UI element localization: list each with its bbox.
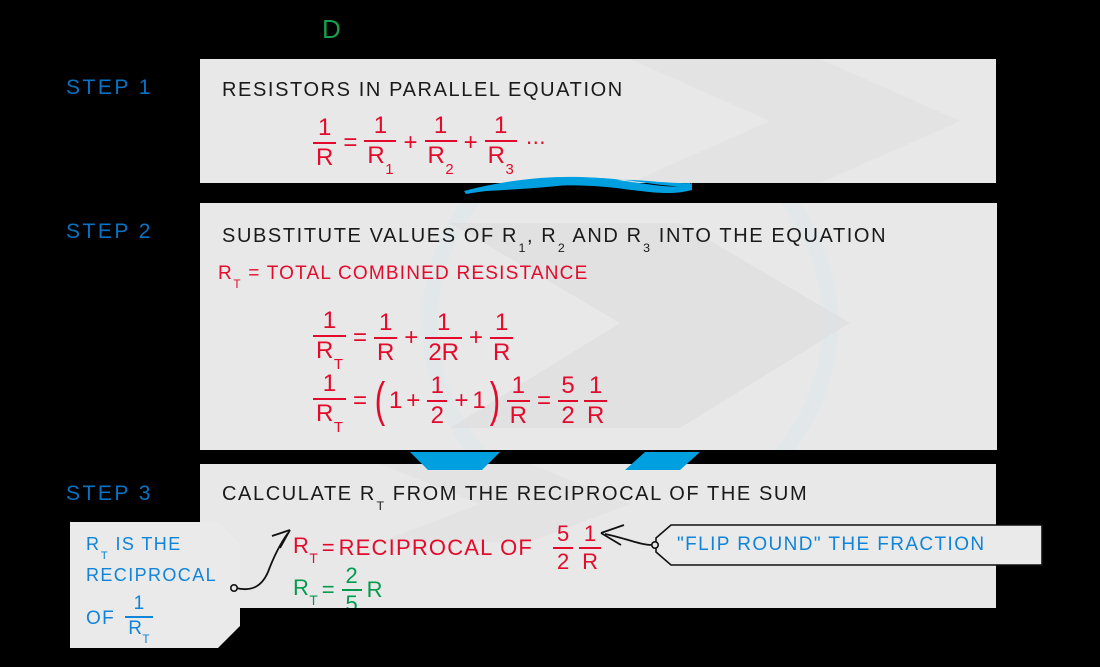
- step-1-heading: RESISTORS IN PARALLEL EQUATION: [222, 79, 624, 101]
- step-2-subheading: RT = TOTAL COMBINED RESISTANCE: [218, 263, 589, 292]
- rt-symbol: RT: [293, 574, 318, 608]
- resistance-symbol: R: [366, 576, 383, 602]
- step-2-equation-b: 1 RT = ( 1 + 1 2 + 1 ) 1 R = 5 2 1 R: [310, 371, 610, 436]
- diagram-canvas: D STEP 1 RESISTORS IN PARALLEL EQUATION …: [0, 0, 1100, 667]
- fraction-1-over-2R: 1 2R: [425, 310, 462, 366]
- equals-sign-second: =: [537, 386, 552, 414]
- open-paren: (: [374, 373, 386, 427]
- fraction-five-halves: 5 2: [553, 522, 574, 574]
- flip-round-note-callout[interactable]: "FLIP ROUND" THE FRACTION: [655, 524, 1043, 566]
- fraction-1-over-R1: 1 R1: [364, 113, 397, 178]
- equals-sign: =: [343, 128, 358, 156]
- step-2-panel: SUBSTITUTE VALUES OF R1, R2 AND R3 INTO …: [200, 203, 997, 450]
- term-one-second: 1: [472, 386, 486, 414]
- fraction-1-over-RT: 1 RT: [125, 594, 152, 642]
- plus-sign: +: [454, 386, 469, 414]
- step-1-panel: RESISTORS IN PARALLEL EQUATION 1 R = 1 R…: [200, 59, 996, 183]
- equals-sign: =: [352, 386, 367, 414]
- rt-symbol: RT: [293, 532, 318, 567]
- ellipsis: ⋯: [525, 131, 546, 154]
- step-3-label: STEP 3: [66, 482, 153, 505]
- fraction-1-over-R-second: 1 R: [490, 310, 514, 366]
- reciprocal-note-callout[interactable]: RT IS THE RECIPROCAL OF 1 RT: [70, 522, 240, 648]
- plus-sign: +: [404, 323, 419, 351]
- plus-sign: +: [406, 386, 421, 414]
- fraction-1-over-R: 1 R: [313, 115, 337, 171]
- equals-sign: =: [321, 576, 335, 602]
- close-paren: ): [489, 373, 500, 427]
- step-2-equation-a: 1 RT = 1 R + 1 2R + 1 R: [310, 308, 516, 373]
- fraction-1-over-R-result: 1 R: [584, 373, 608, 429]
- fraction-1-over-R: 1 R: [579, 522, 601, 574]
- step-3-heading: CALCULATE RT FROM THE RECIPROCAL OF THE …: [222, 483, 809, 513]
- fraction-two-fifths: 2 5: [341, 564, 362, 608]
- fraction-1-over-R3: 1 R3: [484, 113, 517, 178]
- step-2-label: STEP 2: [66, 220, 153, 243]
- step-3-equation-b: RT = 2 5 R: [293, 564, 382, 608]
- callout-line-3: OF 1 RT: [86, 594, 156, 642]
- marker-letter-d: D: [322, 14, 341, 44]
- fraction-1-over-RT: 1 RT: [313, 308, 346, 373]
- equals-sign: =: [352, 323, 367, 351]
- fraction-1-over-R: 1 R: [506, 373, 531, 429]
- fraction-1-over-RT: 1 RT: [313, 371, 346, 436]
- callout-line-1: RT IS THE: [86, 534, 182, 562]
- term-one: 1: [388, 386, 403, 414]
- step-1-label: STEP 1: [66, 76, 153, 99]
- equals-sign: =: [321, 534, 335, 560]
- fraction-one-half: 1 2: [427, 373, 448, 429]
- plus-sign: +: [469, 323, 484, 351]
- fraction-1-over-R2: 1 R2: [424, 113, 457, 178]
- step-2-heading: SUBSTITUTE VALUES OF R1, R2 AND R3 INTO …: [222, 225, 888, 255]
- flip-round-text: "FLIP ROUND" THE FRACTION: [677, 534, 986, 555]
- fraction-1-over-R: 1 R: [373, 310, 398, 366]
- plus-sign: +: [463, 128, 478, 156]
- reciprocal-of-text: RECIPROCAL OF: [338, 534, 534, 560]
- plus-sign: +: [403, 128, 418, 156]
- fraction-five-halves: 5 2: [558, 373, 579, 429]
- step-1-equation: 1 R = 1 R1 + 1 R2 + 1 R3 ⋯: [310, 113, 546, 178]
- callout-line-2: RECIPROCAL: [86, 565, 218, 585]
